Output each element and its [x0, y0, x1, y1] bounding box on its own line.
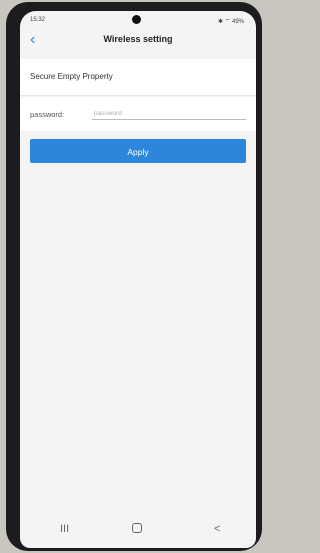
- recents-icon[interactable]: III: [60, 523, 69, 535]
- network-name: Secure Empty Property: [30, 72, 113, 81]
- password-field[interactable]: [92, 107, 246, 120]
- screen: 15:32 ✱ ⌔ 49% ‹ Wireless setting Secure …: [20, 11, 256, 548]
- status-bar: 15:32 ✱ ⌔ 49%: [20, 11, 256, 27]
- app-header: ‹ Wireless setting: [20, 27, 256, 55]
- password-row: password:: [20, 97, 256, 131]
- front-camera: [132, 15, 141, 24]
- system-nav-bar: III <: [20, 511, 256, 548]
- home-icon[interactable]: [132, 523, 142, 533]
- apply-button[interactable]: Apply: [30, 139, 246, 163]
- phone-frame: 15:32 ✱ ⌔ 49% ‹ Wireless setting Secure …: [6, 2, 262, 551]
- page-title: Wireless setting: [103, 34, 173, 44]
- status-time: 15:32: [30, 17, 46, 23]
- password-label: password:: [30, 110, 65, 119]
- network-row: Secure Empty Property: [20, 59, 256, 96]
- status-indicators: ✱ ⌔ 49%: [217, 19, 244, 25]
- nav-back-icon[interactable]: <: [214, 523, 220, 535]
